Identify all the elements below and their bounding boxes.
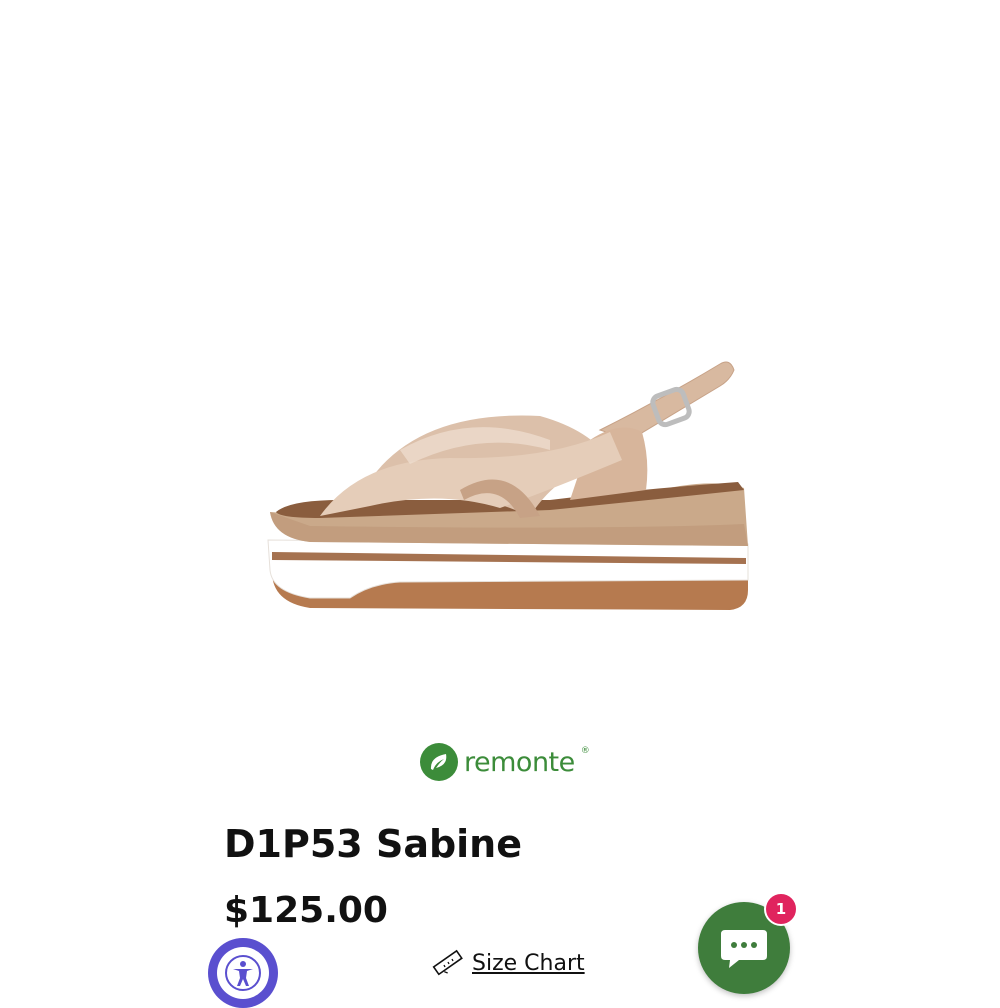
brand-registered-mark: ®: [580, 746, 590, 756]
chat-bubble-icon: [721, 930, 767, 968]
accessibility-button[interactable]: [208, 938, 278, 1008]
brand-name: remonte: [464, 746, 575, 778]
chat-notification-badge: 1: [764, 892, 798, 926]
brand-logo[interactable]: remonte ®: [420, 740, 590, 784]
accessibility-icon: [225, 955, 261, 991]
product-image[interactable]: [250, 340, 770, 640]
remonte-leaf-icon: [420, 743, 458, 781]
product-price: $125.00: [224, 890, 388, 931]
ruler-icon: [432, 949, 463, 976]
product-title: D1P53 Sabine: [224, 822, 523, 866]
size-chart-label: Size Chart: [472, 950, 585, 976]
size-chart-link[interactable]: Size Chart: [432, 948, 585, 978]
